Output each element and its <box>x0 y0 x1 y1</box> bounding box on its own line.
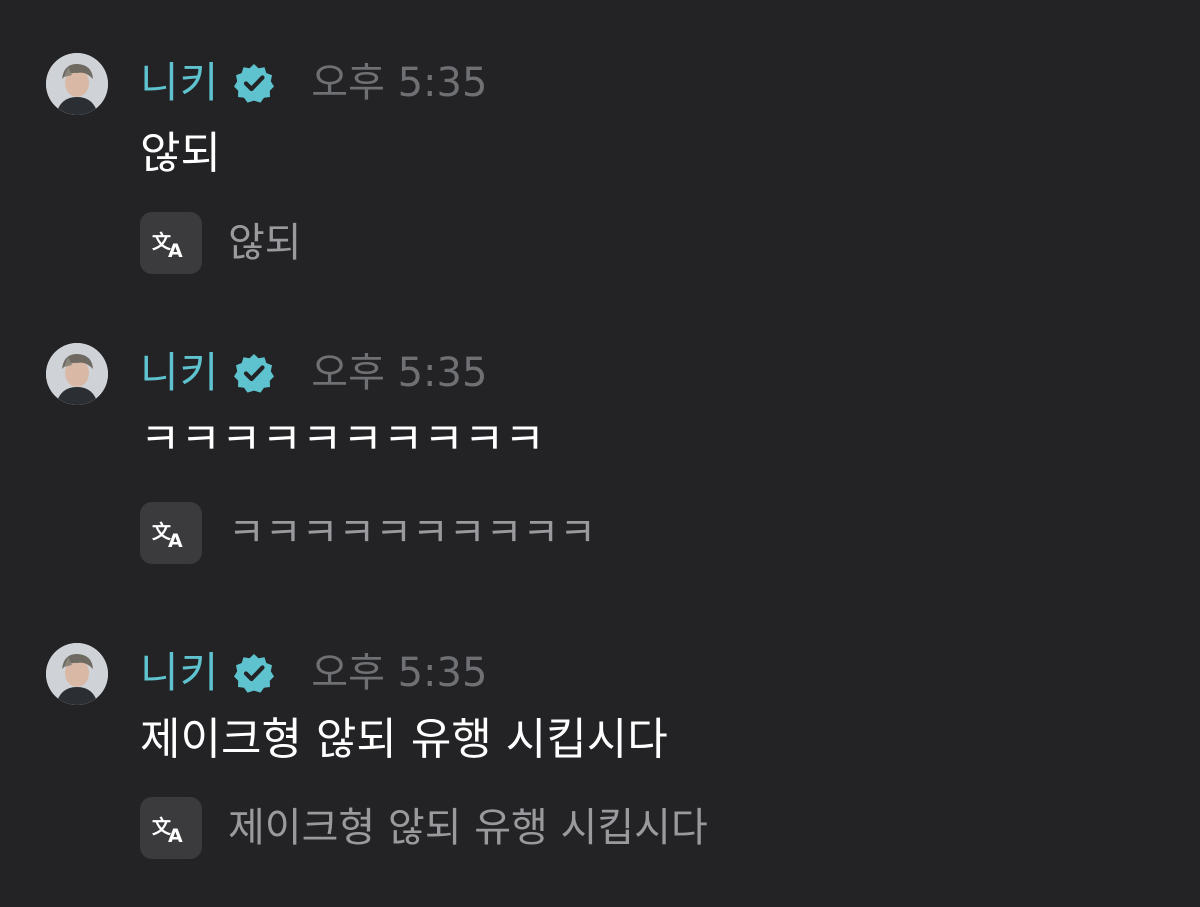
translation-row: 文 A 제이크형 않되 유행 시킵시다 <box>140 797 708 859</box>
avatar[interactable] <box>46 343 108 405</box>
translated-text: ㅋㅋㅋㅋㅋㅋㅋㅋㅋㅋ <box>228 510 596 556</box>
message-text: 않되 <box>140 128 221 179</box>
username[interactable]: 니키 <box>140 645 219 701</box>
message-text: 제이크형 않되 유행 시킵시다 <box>140 714 668 765</box>
verified-badge-icon <box>233 62 275 104</box>
message-header: 니키 오후 5:35 <box>140 345 487 401</box>
username[interactable]: 니키 <box>140 55 219 111</box>
message-header: 니키 오후 5:35 <box>140 645 487 701</box>
verified-badge-icon <box>233 652 275 694</box>
svg-text:A: A <box>168 240 183 260</box>
translate-icon[interactable]: 文 A <box>140 212 202 274</box>
translated-text: 않되 <box>228 220 302 266</box>
message-header: 니키 오후 5:35 <box>140 55 487 111</box>
timestamp: 오후 5:35 <box>311 60 488 106</box>
translate-icon[interactable]: 文 A <box>140 502 202 564</box>
username[interactable]: 니키 <box>140 345 219 401</box>
avatar[interactable] <box>46 53 108 115</box>
svg-text:A: A <box>168 825 183 845</box>
timestamp: 오후 5:35 <box>311 350 488 396</box>
translate-icon[interactable]: 文 A <box>140 797 202 859</box>
svg-text:A: A <box>168 530 183 550</box>
timestamp: 오후 5:35 <box>311 650 488 696</box>
message-text: ㅋㅋㅋㅋㅋㅋㅋㅋㅋㅋ <box>140 414 545 465</box>
avatar[interactable] <box>46 643 108 705</box>
translation-row: 文 A ㅋㅋㅋㅋㅋㅋㅋㅋㅋㅋ <box>140 502 596 564</box>
translation-row: 文 A 않되 <box>140 212 302 274</box>
verified-badge-icon <box>233 352 275 394</box>
translated-text: 제이크형 않되 유행 시킵시다 <box>228 805 708 851</box>
